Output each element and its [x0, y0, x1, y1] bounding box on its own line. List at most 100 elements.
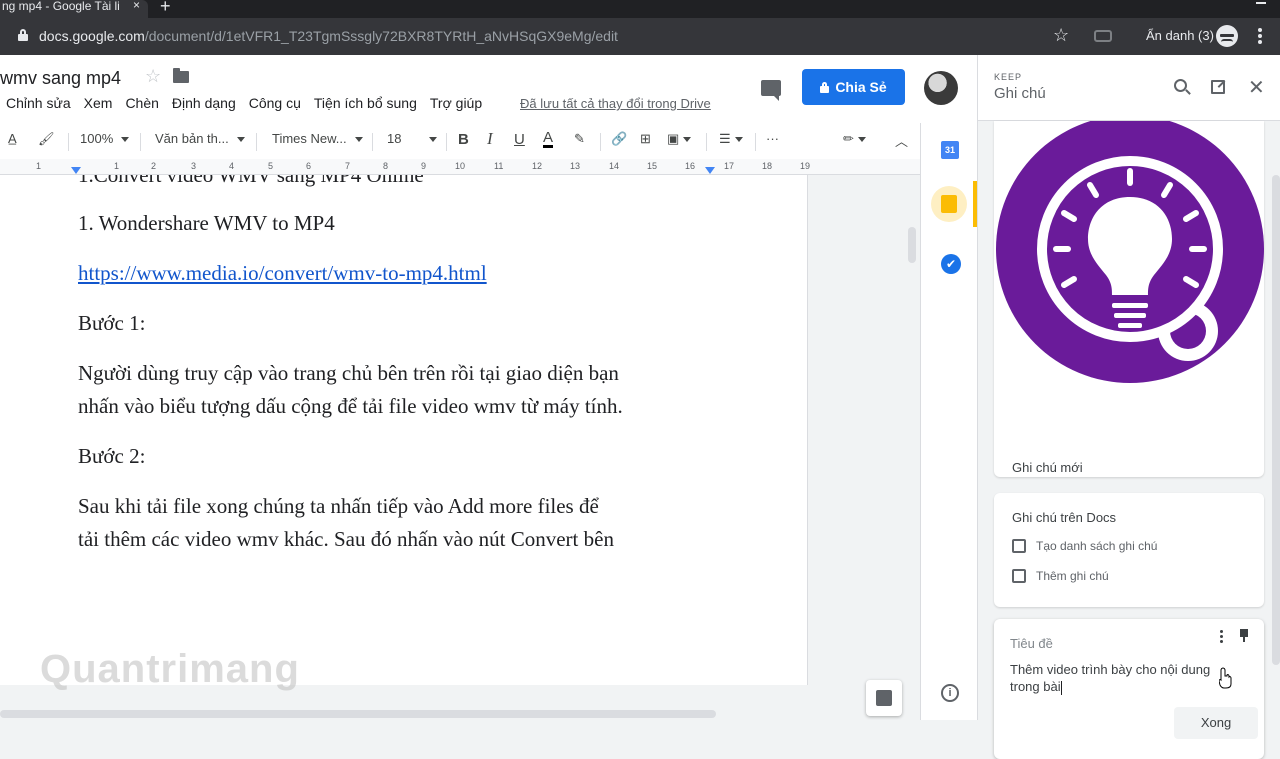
ruler[interactable]: 1 1 2 3 4 5 6 7 8 9 10 11 12 13 14 15 16…	[0, 159, 920, 175]
left-indent-marker[interactable]	[71, 167, 81, 174]
section-heading: 1. Wondershare WMV to MP4	[78, 211, 335, 235]
paragraph-line: Sau khi tải file xong chúng ta nhấn tiếp…	[78, 494, 599, 518]
cut-off-heading: 1.Convert video WMV sang MP4 Online	[78, 175, 424, 187]
menu-view[interactable]: Xem	[84, 95, 113, 111]
link-icon[interactable]: 🔗	[611, 131, 627, 147]
document-area: 1.Convert video WMV sang MP4 Online 1. W…	[0, 175, 920, 720]
ruler-number: 5	[268, 161, 274, 171]
editing-mode-icon[interactable]: ✏	[843, 131, 866, 147]
address-bar: docs.google.com/document/d/1etVFR1_T23Tg…	[0, 18, 1280, 55]
text-caret	[1060, 680, 1062, 695]
bold-button[interactable]: B	[458, 131, 469, 148]
close-icon[interactable]: ✕	[1248, 75, 1265, 100]
menu-format[interactable]: Định dạng	[172, 95, 236, 111]
minimize-icon[interactable]	[1256, 2, 1266, 4]
ruler-number: 1	[36, 161, 42, 171]
create-list-option[interactable]: Tạo danh sách ghi chú	[1012, 539, 1157, 553]
font-select[interactable]: Times New...	[272, 131, 363, 146]
lock-icon[interactable]	[18, 29, 28, 41]
menu-edit[interactable]: Chỉnh sửa	[6, 95, 71, 111]
bookmark-star-icon[interactable]: ☆	[1053, 25, 1069, 46]
browser-tab[interactable]: ng mp4 - Google Tài li ×	[0, 0, 148, 18]
search-icon[interactable]	[1174, 79, 1187, 92]
url-field[interactable]: docs.google.com/document/d/1etVFR1_T23Tg…	[39, 28, 618, 44]
ruler-number: 13	[570, 161, 581, 171]
ruler-number: 2	[151, 161, 157, 171]
zoom-select[interactable]: 100%	[80, 131, 130, 146]
ruler-number: 7	[345, 161, 351, 171]
avatar[interactable]	[924, 71, 958, 105]
menu-insert[interactable]: Chèn	[125, 95, 158, 111]
saved-status-link[interactable]: Đã lưu tất cả thay đổi trong Drive	[520, 96, 711, 111]
tab-close-icon[interactable]: ×	[133, 0, 140, 11]
insert-image-icon[interactable]: ▣	[667, 131, 692, 147]
note-editor-card: Tiêu đề Thêm video trình bày cho nội dun…	[994, 619, 1264, 759]
docs-header: wmv sang mp4 ☆ Chỉnh sửa Xem Chèn Định d…	[0, 55, 977, 123]
incognito-icon[interactable]	[1216, 25, 1238, 47]
share-label: Chia Sẻ	[835, 79, 887, 95]
explore-button[interactable]	[866, 680, 902, 716]
add-note-option[interactable]: Thêm ghi chú	[1012, 569, 1109, 583]
document-page[interactable]: 1.Convert video WMV sang MP4 Online 1. W…	[0, 175, 808, 685]
browser-menu-icon[interactable]	[1258, 28, 1262, 44]
paragraph-line: nhấn vào biểu tượng dấu cộng để tải file…	[78, 394, 623, 418]
checkbox-icon[interactable]	[1012, 539, 1026, 553]
document-title[interactable]: wmv sang mp4	[0, 68, 121, 89]
collapse-chevron-icon[interactable]: ︿	[895, 131, 908, 150]
chevron-down-icon	[857, 137, 866, 143]
note-body-input[interactable]: Thêm video trình bày cho nội dung trong …	[1010, 661, 1240, 695]
note-body-text: Thêm video trình bày cho nội dung trong …	[1010, 662, 1211, 694]
formatting-toolbar: A̲ 🖌 100% Văn bản th... Times New... 18 …	[0, 123, 920, 159]
chevron-down-icon	[734, 137, 743, 143]
star-icon[interactable]: ☆	[145, 66, 161, 87]
document-link[interactable]: https://www.media.io/convert/wmv-to-mp4.…	[78, 261, 487, 286]
share-button[interactable]: Chia Sẻ	[802, 69, 905, 105]
comment-history-icon[interactable]	[761, 80, 781, 101]
new-note-card[interactable]: Ghi chú mới	[994, 121, 1264, 477]
font-size-select[interactable]: 18	[387, 131, 438, 146]
paint-format-icon[interactable]: 🖌	[38, 131, 55, 147]
pin-icon[interactable]	[1239, 629, 1249, 642]
highlight-icon[interactable]: ✎	[574, 131, 585, 147]
calendar-icon[interactable]: 31	[941, 141, 959, 159]
note-title-input[interactable]: Tiêu đề	[1010, 636, 1053, 651]
keep-rail-button[interactable]	[931, 186, 967, 222]
more-tools-button[interactable]: ···	[766, 131, 779, 146]
more-options-icon[interactable]	[1220, 630, 1224, 645]
underline-button[interactable]: U	[514, 131, 525, 148]
done-button[interactable]: Xong	[1174, 707, 1258, 739]
menu-bar: Chỉnh sửa Xem Chèn Định dạng Công cụ Tiệ…	[6, 95, 495, 111]
text-color-button[interactable]: A	[543, 130, 554, 148]
watermark-logo: Quantrimang	[40, 647, 300, 691]
align-icon[interactable]: ☰	[719, 131, 743, 147]
style-select[interactable]: Văn bản th...	[155, 131, 245, 146]
spellcheck-icon[interactable]: A̲	[8, 131, 17, 146]
zoom-value: 100%	[80, 131, 114, 146]
camera-blocked-icon[interactable]	[1094, 30, 1112, 42]
menu-addons[interactable]: Tiện ích bổ sung	[314, 95, 417, 111]
folder-icon[interactable]	[173, 68, 189, 83]
checkbox-label: Thêm ghi chú	[1036, 569, 1109, 583]
tasks-icon[interactable]: ✔	[941, 254, 961, 274]
right-indent-marker[interactable]	[705, 167, 715, 174]
checkbox-icon[interactable]	[1012, 569, 1026, 583]
horizontal-scrollbar[interactable]	[0, 710, 716, 718]
ruler-number: 1	[114, 161, 120, 171]
incognito-label[interactable]: Ẩn danh (3)	[1146, 28, 1214, 43]
vertical-scrollbar[interactable]	[908, 227, 916, 263]
menu-help[interactable]: Trợ giúp	[430, 95, 482, 111]
open-in-new-icon[interactable]	[1211, 80, 1225, 94]
url-host: docs.google.com	[39, 28, 145, 44]
new-tab-button[interactable]: +	[160, 0, 171, 15]
chevron-down-icon	[429, 137, 438, 143]
info-icon[interactable]: i	[941, 684, 959, 702]
chevron-down-icon	[354, 137, 363, 143]
ruler-number: 10	[455, 161, 466, 171]
add-comment-icon[interactable]: ⊞	[640, 131, 651, 147]
side-panel-rail: 31 ✔ i	[920, 123, 977, 720]
menu-tools[interactable]: Công cụ	[249, 95, 301, 111]
ruler-number: 3	[191, 161, 197, 171]
ruler-number: 9	[421, 161, 427, 171]
keep-scrollbar[interactable]	[1272, 175, 1280, 665]
italic-button[interactable]: I	[487, 129, 493, 149]
